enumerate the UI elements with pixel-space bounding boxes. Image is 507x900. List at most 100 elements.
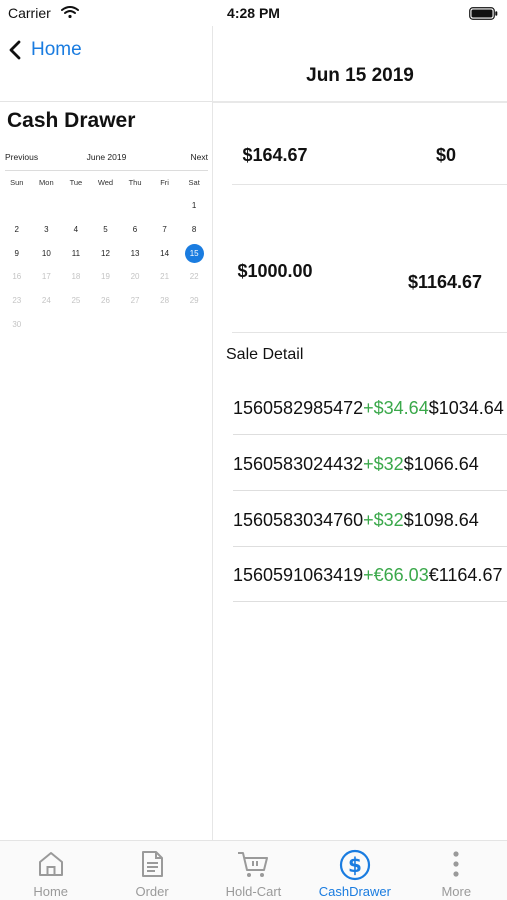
sale-amount: +€66.03: [363, 565, 429, 585]
chevron-left-icon: [9, 40, 21, 60]
calendar-day-selected[interactable]: 15: [179, 241, 209, 265]
sale-amount: +$32: [363, 510, 404, 530]
calendar-day[interactable]: 1: [179, 194, 209, 218]
calendar-header: June 2019 Previous Next: [5, 152, 208, 166]
sale-amount: +$34.64: [363, 398, 429, 418]
document-icon: [142, 851, 164, 877]
sale-running-total: $1066.64: [403, 454, 479, 474]
sale-row[interactable]: 1560583024432+$32$1066.64: [233, 435, 507, 491]
calendar-day-number: 3: [44, 225, 49, 235]
calendar-blank: [32, 194, 62, 218]
calendar-day: 29: [179, 289, 209, 313]
calendar-day[interactable]: 13: [120, 241, 150, 265]
calendar-day-number: 29: [189, 296, 199, 306]
calendar-day-number: 20: [130, 272, 140, 282]
dollar-circle-icon: $: [339, 849, 370, 881]
calendar-day[interactable]: 4: [61, 218, 91, 242]
sale-running-total: €1164.67: [428, 565, 503, 585]
master-pane: [0, 26, 212, 840]
sale-id: 1560582985472: [233, 398, 364, 418]
calendar-day: 21: [150, 265, 180, 289]
calendar-day: 27: [120, 289, 150, 313]
tab-home[interactable]: Home: [0, 841, 101, 900]
calendar-next-button[interactable]: Next: [191, 152, 208, 162]
calendar-day: 22: [179, 265, 209, 289]
tab-home-label: Home: [33, 884, 69, 899]
calendar-grid: 1 2 3 4 5 6 7 8 9 10 11 12 13 14 15 16 17 18 19 20 21 22 23 24 2…: [2, 194, 209, 336]
weekday-label: Sat: [188, 178, 200, 187]
tab-more[interactable]: More: [406, 841, 507, 900]
sale-id: 1560591063419: [233, 565, 364, 585]
status-time: 4:28 PM: [227, 5, 280, 21]
tab-cashdrawer-label: CashDrawer: [318, 884, 391, 899]
weekday-label: Fri: [160, 178, 169, 187]
calendar-day[interactable]: 12: [91, 241, 121, 265]
calendar-day: 28: [150, 289, 180, 313]
calendar-day-number: 8: [191, 225, 197, 235]
row-divider: [233, 601, 507, 602]
calendar-day-number: 23: [12, 296, 22, 306]
calendar-day[interactable]: 8: [179, 218, 209, 242]
calendar-day-number: 24: [41, 296, 51, 306]
calendar-day-number: 9: [14, 248, 19, 258]
tab-hold-cart-label: Hold-Cart: [225, 884, 282, 899]
calendar-day[interactable]: 6: [120, 218, 150, 242]
sale-amount: +$32: [363, 454, 404, 474]
sale-id: 1560583034760: [233, 510, 364, 530]
calendar-day-number: 6: [132, 225, 138, 235]
calendar-divider: [5, 170, 208, 171]
calendar-day-number: 13: [130, 248, 140, 258]
weekday-label: Tue: [69, 178, 83, 187]
weekday-label: Mon: [39, 178, 54, 187]
calendar-day: 25: [61, 289, 91, 313]
calendar-day[interactable]: 11: [61, 241, 91, 265]
detail-header: Jun 15 2019: [213, 26, 507, 102]
weekday-label: Thu: [128, 178, 142, 187]
calendar-day[interactable]: 3: [32, 218, 62, 242]
pane-divider: [212, 26, 213, 840]
home-icon: [38, 852, 63, 876]
calendar-blank: [2, 194, 32, 218]
sale-row[interactable]: 1560591063419+€66.03€1164.67: [233, 546, 507, 602]
tab-hold-cart[interactable]: Hold-Cart: [203, 841, 304, 900]
calendar-day: 23: [2, 289, 32, 313]
calendar-day-number: 10: [41, 248, 51, 258]
calendar-day-number: 28: [160, 296, 170, 306]
tab-order[interactable]: Order: [101, 841, 202, 900]
summary-value-2: $0: [435, 145, 457, 165]
calendar-day[interactable]: 9: [2, 241, 32, 265]
calendar-day-number: 4: [73, 225, 79, 235]
sale-id: 1560583024432: [233, 454, 364, 474]
calendar-day[interactable]: 5: [91, 218, 121, 242]
weekday-label: Sun: [10, 178, 24, 187]
calendar-day[interactable]: 10: [32, 241, 62, 265]
calendar-day: 26: [91, 289, 121, 313]
tab-order-label: Order: [135, 884, 169, 899]
calendar-day: 20: [120, 265, 150, 289]
sale-row[interactable]: 1560582985472+$34.64$1034.64: [233, 379, 507, 435]
calendar-previous-button[interactable]: Previous: [5, 152, 38, 162]
calendar-day-number: 18: [71, 272, 81, 282]
calendar-day[interactable]: 14: [150, 241, 180, 265]
sale-row[interactable]: 1560583034760+$32$1098.64: [233, 491, 507, 547]
calendar-blank: [91, 194, 121, 218]
calendar-blank: [150, 194, 180, 218]
back-label: Home: [31, 39, 82, 60]
calendar-day[interactable]: 2: [2, 218, 32, 242]
calendar-day-number: 25: [71, 296, 81, 306]
summary-value-4: $1164.67: [407, 272, 483, 292]
calendar-weekdays: Sun Mon Tue Wed Thu Fri Sat: [2, 178, 209, 187]
calendar-day-number: 14: [160, 248, 170, 258]
more-vertical-icon: [453, 851, 459, 877]
calendar-day-number: 22: [189, 272, 199, 282]
calendar-day-number: 11: [71, 248, 81, 258]
sale-detail-heading: Sale Detail: [226, 346, 304, 363]
tab-cashdrawer[interactable]: $ CashDrawer: [304, 841, 405, 900]
nav-divider: [0, 101, 212, 102]
calendar-day-number: 27: [130, 296, 140, 306]
date-title: Jun 15 2019: [306, 65, 414, 86]
calendar-day: 24: [32, 289, 62, 313]
back-button[interactable]: Home: [8, 35, 82, 65]
summary-value-1: $164.67: [242, 145, 308, 165]
calendar-day[interactable]: 7: [150, 218, 180, 242]
